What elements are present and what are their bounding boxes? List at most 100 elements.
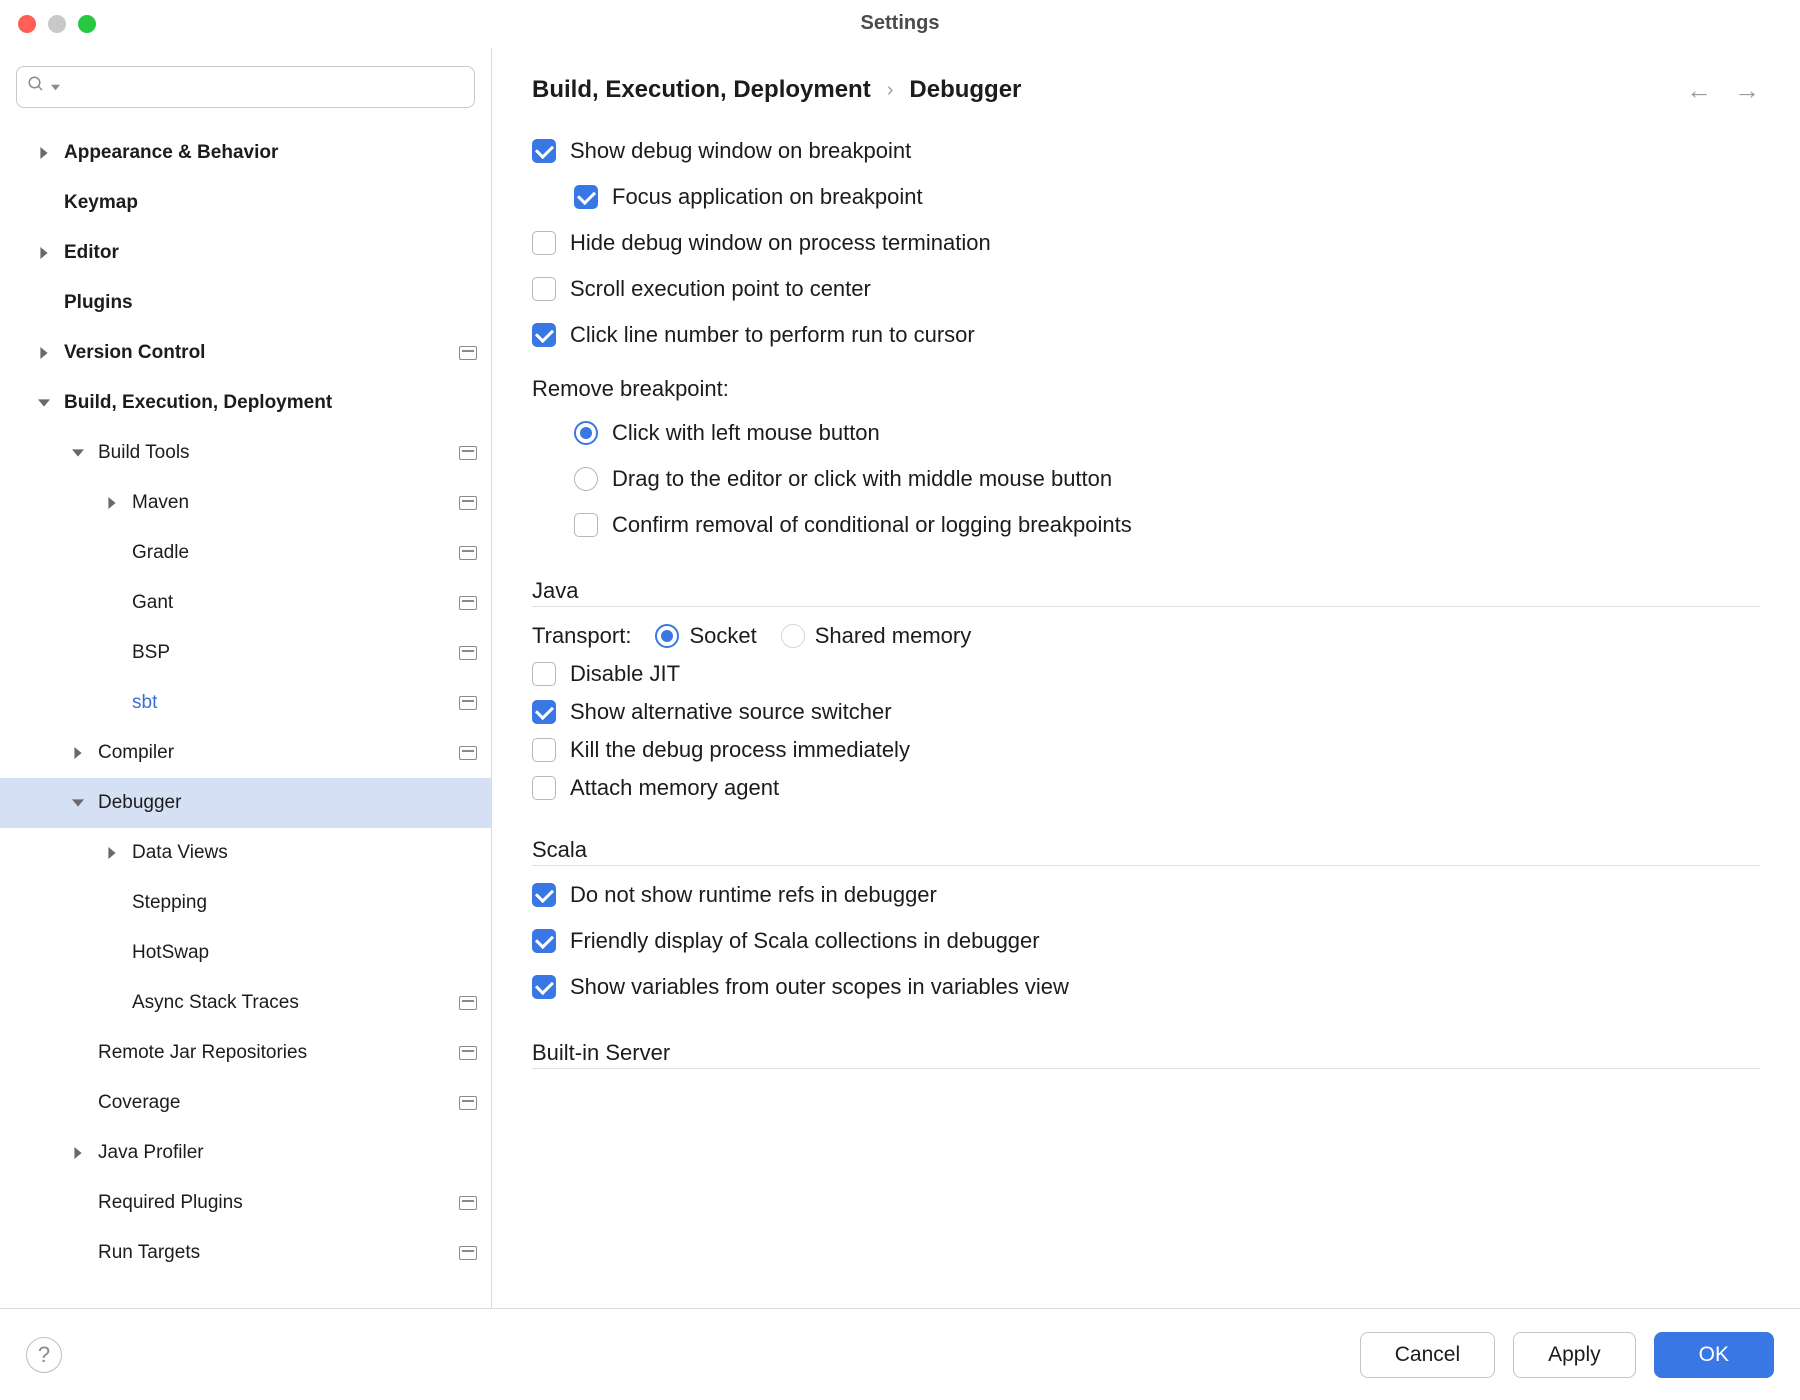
project-settings-icon [459, 996, 477, 1010]
sidebar-item-build-execution-deployment[interactable]: Build, Execution, Deployment [0, 378, 491, 428]
nav-back-icon[interactable]: ← [1686, 77, 1712, 103]
checkbox-icon[interactable] [532, 929, 556, 953]
sidebar-item-maven[interactable]: Maven [0, 478, 491, 528]
checkbox-icon[interactable] [532, 700, 556, 724]
chevron-right-icon[interactable] [70, 745, 86, 761]
chevron-right-icon[interactable] [70, 1145, 86, 1161]
chevron-spacer [104, 595, 120, 611]
sidebar-item-editor[interactable]: Editor [0, 228, 491, 278]
chevron-down-icon[interactable] [36, 395, 52, 411]
opt-click-line-number[interactable]: Click line number to perform run to curs… [532, 312, 1760, 358]
project-settings-icon [459, 496, 477, 510]
checkbox-icon[interactable] [532, 277, 556, 301]
opt-kill-immediately[interactable]: Kill the debug process immediately [532, 731, 1760, 769]
project-settings-icon [459, 1046, 477, 1060]
sidebar-item-plugins[interactable]: Plugins [0, 278, 491, 328]
sidebar-item-run-targets[interactable]: Run Targets [0, 1228, 491, 1278]
chevron-right-icon[interactable] [104, 495, 120, 511]
checkbox-icon[interactable] [532, 662, 556, 686]
checkbox-icon[interactable] [532, 776, 556, 800]
sidebar-item-java-profiler[interactable]: Java Profiler [0, 1128, 491, 1178]
opt-attach-memory-agent[interactable]: Attach memory agent [532, 769, 1760, 807]
help-icon: ? [38, 1342, 50, 1368]
sidebar-item-appearance-behavior[interactable]: Appearance & Behavior [0, 128, 491, 178]
sidebar-item-version-control[interactable]: Version Control [0, 328, 491, 378]
checkbox-icon[interactable] [532, 139, 556, 163]
sidebar-item-required-plugins[interactable]: Required Plugins [0, 1178, 491, 1228]
sidebar-item-data-views[interactable]: Data Views [0, 828, 491, 878]
radio-left-click[interactable]: Click with left mouse button [532, 410, 1760, 456]
search-icon [27, 75, 45, 99]
dropdown-caret-icon [51, 76, 60, 98]
opt-friendly-collections[interactable]: Friendly display of Scala collections in… [532, 918, 1760, 964]
search-field[interactable] [16, 66, 475, 108]
chevron-down-icon[interactable] [70, 445, 86, 461]
sidebar-item-bsp[interactable]: BSP [0, 628, 491, 678]
sidebar-item-hotswap[interactable]: HotSwap [0, 928, 491, 978]
checkbox-icon[interactable] [574, 513, 598, 537]
radio-socket[interactable]: Socket [655, 623, 756, 649]
opt-show-debug-window[interactable]: Show debug window on breakpoint [532, 128, 1760, 174]
checkbox-icon[interactable] [532, 323, 556, 347]
sidebar-item-remote-jar-repositories[interactable]: Remote Jar Repositories [0, 1028, 491, 1078]
opt-disable-jit[interactable]: Disable JIT [532, 655, 1760, 693]
sidebar-item-gant[interactable]: Gant [0, 578, 491, 628]
radio-icon[interactable] [574, 421, 598, 445]
ok-button[interactable]: OK [1654, 1332, 1774, 1378]
checkbox-icon[interactable] [532, 975, 556, 999]
radio-icon[interactable] [574, 467, 598, 491]
chevron-right-icon[interactable] [36, 245, 52, 261]
sidebar-item-debugger[interactable]: Debugger [0, 778, 491, 828]
nav-history: ← → [1686, 77, 1760, 103]
checkbox-icon[interactable] [574, 185, 598, 209]
cancel-button[interactable]: Cancel [1360, 1332, 1495, 1378]
maximize-window-button[interactable] [78, 15, 96, 33]
sidebar-item-stepping[interactable]: Stepping [0, 878, 491, 928]
checkbox-icon[interactable] [532, 231, 556, 255]
help-button[interactable]: ? [26, 1337, 62, 1373]
opt-confirm-removal[interactable]: Confirm removal of conditional or loggin… [532, 502, 1760, 548]
radio-drag-middle[interactable]: Drag to the editor or click with middle … [532, 456, 1760, 502]
sidebar-item-coverage[interactable]: Coverage [0, 1078, 491, 1128]
body: Appearance & BehaviorKeymapEditorPlugins… [0, 48, 1800, 1308]
chevron-down-icon[interactable] [70, 795, 86, 811]
close-window-button[interactable] [18, 15, 36, 33]
traffic-lights [18, 15, 96, 33]
sidebar-item-sbt[interactable]: sbt [0, 678, 491, 728]
chevron-right-icon[interactable] [104, 845, 120, 861]
checkbox-icon[interactable] [532, 738, 556, 762]
chevron-right-icon[interactable] [36, 145, 52, 161]
apply-button[interactable]: Apply [1513, 1332, 1636, 1378]
search-input[interactable] [66, 77, 464, 98]
opt-outer-scopes[interactable]: Show variables from outer scopes in vari… [532, 964, 1760, 1010]
section-java: Java [532, 548, 1760, 607]
chevron-right-icon[interactable] [36, 345, 52, 361]
sidebar: Appearance & BehaviorKeymapEditorPlugins… [0, 48, 492, 1308]
opt-alt-source-switcher[interactable]: Show alternative source switcher [532, 693, 1760, 731]
radio-icon[interactable] [655, 624, 679, 648]
sidebar-item-build-tools[interactable]: Build Tools [0, 428, 491, 478]
sidebar-item-label: Build Tools [98, 442, 459, 464]
sidebar-item-async-stack-traces[interactable]: Async Stack Traces [0, 978, 491, 1028]
checkbox-icon[interactable] [532, 883, 556, 907]
opt-focus-application[interactable]: Focus application on breakpoint [532, 174, 1760, 220]
sidebar-item-label: BSP [132, 642, 459, 664]
sidebar-item-compiler[interactable]: Compiler [0, 728, 491, 778]
sidebar-item-gradle[interactable]: Gradle [0, 528, 491, 578]
transport-label: Transport: [532, 623, 631, 649]
sidebar-item-keymap[interactable]: Keymap [0, 178, 491, 228]
sidebar-item-label: Remote Jar Repositories [98, 1042, 459, 1064]
window-title: Settings [0, 12, 1800, 35]
section-remove-breakpoint: Remove breakpoint: [532, 358, 1760, 410]
chevron-spacer [70, 1245, 86, 1261]
sidebar-item-label: Required Plugins [98, 1192, 459, 1214]
project-settings-icon [459, 446, 477, 460]
sidebar-item-label: Stepping [132, 892, 491, 914]
opt-hide-on-termination[interactable]: Hide debug window on process termination [532, 220, 1760, 266]
nav-forward-icon[interactable]: → [1734, 77, 1760, 103]
section-scala: Scala [532, 807, 1760, 866]
chevron-spacer [104, 695, 120, 711]
minimize-window-button[interactable] [48, 15, 66, 33]
opt-scroll-center[interactable]: Scroll execution point to center [532, 266, 1760, 312]
opt-runtime-refs[interactable]: Do not show runtime refs in debugger [532, 872, 1760, 918]
